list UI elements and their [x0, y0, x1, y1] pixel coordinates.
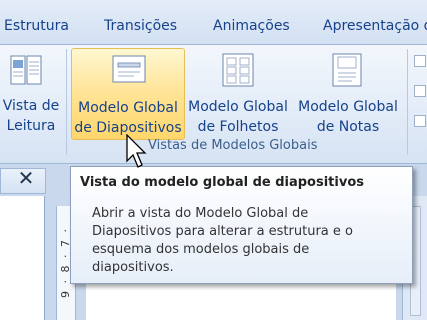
close-icon[interactable]: ✕: [14, 166, 38, 192]
notes-master-button[interactable]: Modelo Global de Notas: [294, 45, 402, 140]
group-separator-right: [407, 49, 408, 155]
slide-master-button[interactable]: Modelo Global de Diapositivos: [71, 48, 185, 140]
mouse-cursor-icon: [126, 134, 147, 168]
checkbox-partial[interactable]: [414, 55, 426, 67]
tooltip-line: esquema dos modelos globais de: [92, 242, 310, 257]
reading-view-button[interactable]: Vista de Leitura: [0, 45, 64, 140]
tooltip-line: diapositivos.: [92, 260, 174, 275]
tab-apresentacao[interactable]: Apresentação de: [323, 18, 427, 34]
reading-view-label-2: Leitura: [6, 118, 56, 134]
tooltip-body: Abrir a vista do Modelo Global de Diapos…: [92, 205, 392, 277]
reading-view-label-1: Vista de: [2, 98, 60, 114]
tab-estrutura[interactable]: Estrutura: [4, 18, 69, 34]
notes-master-icon: [332, 53, 362, 87]
slide-master-label-1: Modelo Global: [78, 100, 178, 116]
tooltip-title: Vista do modelo global de diapositivos: [80, 175, 364, 190]
tab-animacoes[interactable]: Animações: [213, 18, 290, 34]
checkbox-partial-3[interactable]: [414, 115, 426, 127]
slide-master-icon: [112, 55, 146, 83]
handout-master-label-1: Modelo Global: [188, 99, 288, 115]
handout-master-icon: [222, 53, 254, 87]
notes-master-label-1: Modelo Global: [298, 99, 398, 115]
tooltip-line: Diapositivos para alterar a estrutura e …: [92, 224, 353, 239]
notes-master-label-2: de Notas: [316, 119, 380, 135]
tab-transicoes[interactable]: Transições: [104, 18, 177, 34]
tooltip-line: Abrir a vista do Modelo Global de: [92, 206, 309, 221]
slides-panel: [0, 196, 45, 320]
ribbon-tab-strip: Estrutura Transições Animações Apresenta…: [0, 0, 427, 45]
reading-view-icon: [10, 55, 42, 85]
group-separator: [66, 49, 67, 155]
tooltip: Vista do modelo global de diapositivos A…: [70, 166, 413, 284]
handout-master-button[interactable]: Modelo Global de Folhetos: [184, 45, 292, 140]
handout-master-label-2: de Folhetos: [197, 119, 279, 135]
group-label: Vistas de Modelos Globais: [148, 138, 318, 153]
checkbox-partial-2[interactable]: [414, 85, 426, 97]
